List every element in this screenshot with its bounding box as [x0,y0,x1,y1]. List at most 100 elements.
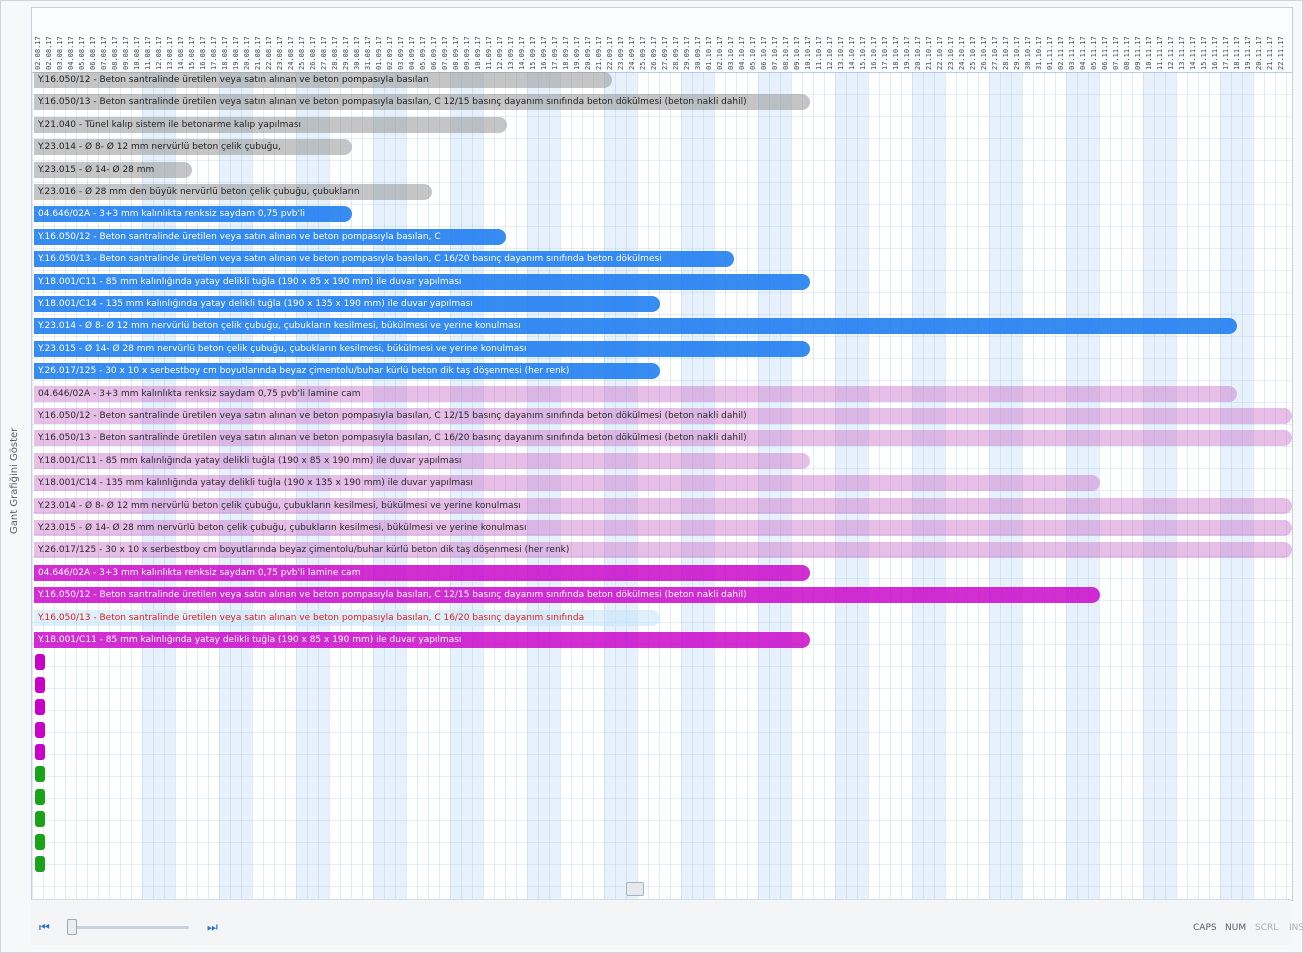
date-column-header: 06.08.17 [89,36,97,70]
date-column-header: 14.08.17 [177,36,185,70]
scrl-indicator: SCRL [1255,923,1279,933]
date-column-header: 18.10.17 [892,36,900,70]
gantt-task-bar[interactable]: Y.16.050/12 - Beton santralinde üretilen… [34,408,1292,424]
date-column-header: 11.09.17 [485,36,493,70]
gantt-task-bar[interactable]: Y.23.014 - Ø 8- Ø 12 mm nervürlü beton ç… [34,139,352,156]
date-column-header: 05.10.17 [749,36,757,70]
date-column-header: 12.09.17 [496,36,504,70]
empty-row-marker[interactable] [35,766,45,783]
date-column-header: 28.10.17 [1002,36,1010,70]
gantt-chart[interactable]: 02.08.17 02.08.17 03.08.17 04.08.17 05.08.17… [31,7,1293,901]
weekend-stripe [1220,72,1253,900]
date-column-header: 01.11.17 [1046,36,1054,70]
date-column-header: 31.08.17 [364,36,372,70]
empty-row-marker[interactable] [35,654,45,671]
gantt-task-bar[interactable]: 04.646/02A - 3+3 mm kalınlıkta renksiz s… [34,206,352,223]
gantt-task-bar[interactable]: Y.23.015 - Ø 14- Ø 28 mm [34,161,192,178]
gantt-task-bar[interactable]: Y.26.017/125 - 30 x 10 x serbestboy cm b… [34,363,660,380]
date-column-header: 08.09.17 [452,36,460,70]
date-column-header: 18.09.17 [562,36,570,70]
date-column-header: 05.11.17 [1090,36,1098,70]
gantt-task-bar[interactable]: Y.23.015 - Ø 14- Ø 28 mm nervürlü beton … [34,520,1292,536]
date-column-header: 28.08.17 [331,36,339,70]
empty-row-marker[interactable] [35,744,45,760]
empty-row-marker[interactable] [35,788,45,805]
gantt-task-bar[interactable]: Y.23.014 - Ø 8- Ø 12 mm nervürlü beton ç… [34,497,1292,514]
gantt-task-bar[interactable]: Y.21.040 - Tünel kalıp sistem ile betona… [34,116,507,133]
date-column-header: 22.11.17 [1277,36,1285,70]
gantt-task-bar[interactable]: Y.18.001/C14 - 135 mm kalınlığında yatay… [34,475,1100,492]
date-column-header: 29.10.17 [1013,36,1021,70]
date-column-header: 04.10.17 [738,36,746,70]
empty-row-marker[interactable] [35,699,45,716]
gantt-task-bar[interactable]: Y.16.050/12 - Beton santralinde üretilen… [34,72,612,88]
date-column-header: 09.08.17 [122,36,130,70]
date-column-header: 12.08.17 [155,36,163,70]
date-column-header: 16.10.17 [870,36,878,70]
date-column-header: 09.10.17 [793,36,801,70]
gantt-task-bar[interactable]: Y.18.001/C11 - 85 mm kalınlığında yatay … [34,452,810,469]
gantt-task-bar[interactable]: Y.23.014 - Ø 8- Ø 12 mm nervürlü beton ç… [34,318,1237,335]
date-column-header: 21.09.17 [595,36,603,70]
date-column-header: 19.09.17 [573,36,581,70]
side-title: Gant Grafiğini Göster [9,427,20,535]
gantt-task-bar[interactable]: 04.646/02A - 3+3 mm kalınlıkta renksiz s… [34,385,1237,402]
date-column-header: 16.11.17 [1211,36,1219,70]
gantt-task-bar[interactable]: Y.23.015 - Ø 14- Ø 28 mm nervürlü beton … [34,340,810,357]
gantt-task-bar[interactable]: Y.16.050/13 - Beton santralinde üretilen… [34,251,734,268]
date-column-header: 30.10.17 [1024,36,1032,70]
date-column-header: 23.08.17 [276,36,284,70]
date-column-header: 12.11.17 [1167,36,1175,70]
date-column-header: 21.08.17 [254,36,262,70]
date-column-header: 04.09.17 [408,36,416,70]
date-column-header: 02.08.17 [45,36,53,70]
first-page-icon[interactable]: ⏮ [39,920,53,934]
gantt-task-bar[interactable]: Y.23.016 - Ø 28 mm den büyük nervürlü be… [34,184,432,200]
date-column-header: 03.10.17 [727,36,735,70]
date-column-header: 16.09.17 [540,36,548,70]
date-column-header: 22.10.17 [936,36,944,70]
gantt-task-bar[interactable]: Y.26.017/125 - 30 x 10 x serbestboy cm b… [34,542,1292,559]
date-column-header: 15.08.17 [188,36,196,70]
gantt-task-bar[interactable]: Y.18.001/C14 - 135 mm kalınlığında yatay… [34,296,660,312]
date-column-header: 19.08.17 [232,36,240,70]
date-column-header: 24.08.17 [287,36,295,70]
last-page-icon[interactable]: ⏭ [207,920,221,934]
date-column-header: 03.11.17 [1068,36,1076,70]
gantt-task-bar[interactable]: Y.18.001/C11 - 85 mm kalınlığında yatay … [34,273,810,290]
date-column-header: 26.08.17 [309,36,317,70]
date-column-header: 11.10.17 [815,36,823,70]
empty-row-marker[interactable] [35,856,45,872]
zoom-slider-knob[interactable] [67,919,77,935]
date-column-header: 05.08.17 [78,36,86,70]
gantt-task-bar[interactable]: Y.18.001/C11 - 85 mm kalınlığında yatay … [34,632,810,648]
date-column-header: 12.10.17 [826,36,834,70]
empty-row-marker[interactable] [35,676,45,693]
date-column-header: 17.11.17 [1222,36,1230,70]
date-column-header: 10.09.17 [474,36,482,70]
date-column-header: 25.09.17 [639,36,647,70]
splitter-handle[interactable] [626,882,644,896]
date-column-header: 30.09.17 [694,36,702,70]
empty-row-marker[interactable] [35,833,45,850]
date-column-header: 17.08.17 [210,36,218,70]
date-column-header: 15.10.17 [859,36,867,70]
date-column-header: 13.08.17 [166,36,174,70]
empty-row-marker[interactable] [35,721,45,738]
gantt-task-bar[interactable]: 04.646/02A - 3+3 mm kalınlıkta renksiz s… [34,564,810,581]
caps-indicator: CAPS [1193,923,1217,933]
date-column-header: 20.11.17 [1255,36,1263,70]
gantt-task-bar[interactable]: Y.16.050/13 - Beton santralinde üretilen… [34,430,1292,447]
date-column-header: 09.11.17 [1134,36,1142,70]
date-column-header: 23.09.17 [617,36,625,70]
date-column-header: 07.09.17 [441,36,449,70]
gantt-task-bar[interactable]: Y.16.050/12 - Beton santralinde üretilen… [34,228,506,245]
zoom-slider-track[interactable] [69,926,189,929]
empty-row-marker[interactable] [35,811,45,828]
gantt-task-bar[interactable]: Y.16.050/12 - Beton santralinde üretilen… [34,587,1100,604]
weekend-stripe [1143,72,1176,900]
gantt-task-bar[interactable]: Y.16.050/13 - Beton santralinde üretilen… [34,609,660,626]
gantt-task-bar[interactable]: Y.16.050/13 - Beton santralinde üretilen… [34,94,810,111]
date-column-header: 06.11.17 [1101,36,1109,70]
date-column-header: 26.09.17 [650,36,658,70]
